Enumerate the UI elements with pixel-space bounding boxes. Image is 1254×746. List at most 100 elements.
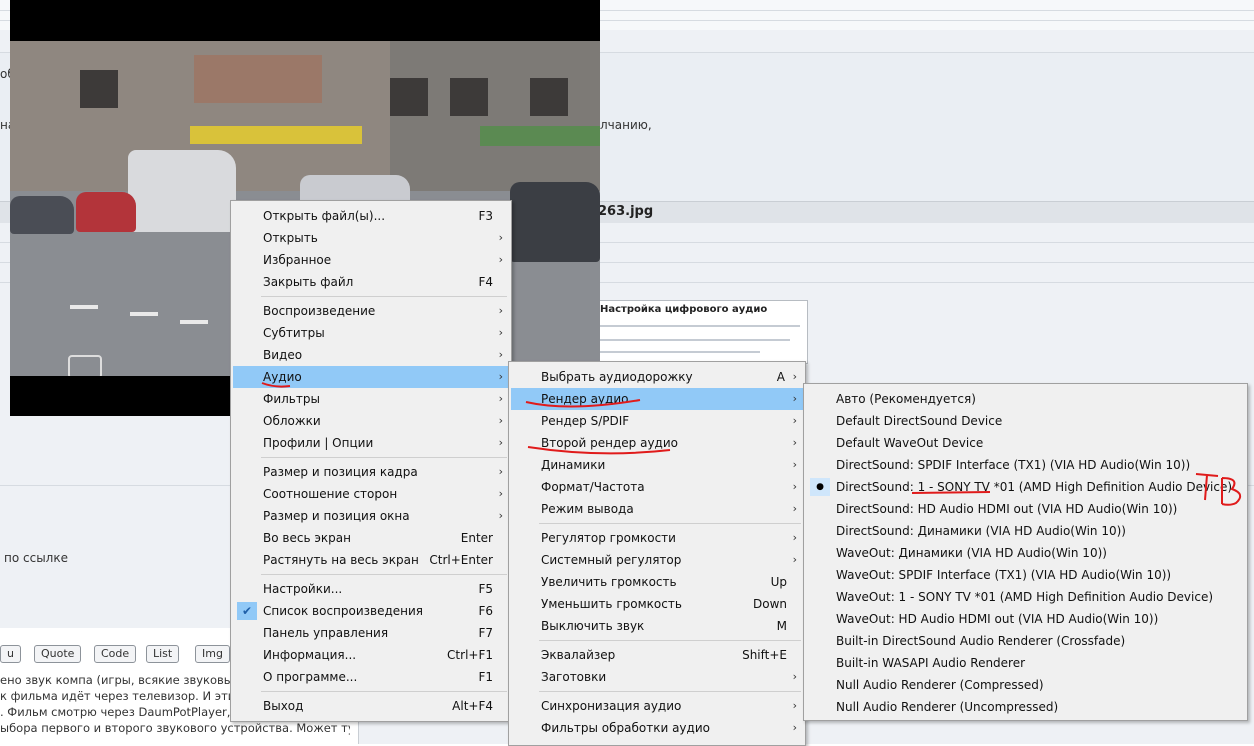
checkmark-icon: ✔ [237,602,257,620]
menu-item-избранное[interactable]: Избранное › [233,249,509,271]
menu-item-растянуть-на-весь-экран[interactable]: Растянуть на весь экран Ctrl+Enter [233,549,509,571]
audio-item-рендер-аудио[interactable]: Рендер аудио › [511,388,803,410]
audio-item-фильтры-обработки-аудио[interactable]: Фильтры обработки аудио › [511,717,803,739]
post-link-text[interactable]: по ссылке [4,551,68,565]
menu-item-воспроизведение[interactable]: Воспроизведение › [233,300,509,322]
editor-quote-button[interactable]: Quote [34,645,82,663]
menu-item-label: DirectSound: 1 - SONY TV *01 (AMD High D… [836,480,1233,494]
chevron-right-icon: › [498,414,503,427]
menu-item-аудио[interactable]: Аудио › [233,366,509,388]
menu-item-видео[interactable]: Видео › [233,344,509,366]
chevron-right-icon: › [792,480,797,493]
renderer-item-directsound-hd-audio-hdmi-out-via-hd-aud[interactable]: DirectSound: HD Audio HDMI out (VIA HD A… [806,498,1245,520]
chevron-right-icon: › [498,304,503,317]
menu-item-размер-и-позиция-окна[interactable]: Размер и позиция окна › [233,505,509,527]
audio-item-формат-частота[interactable]: Формат/Частота › [511,476,803,498]
menu-item-размер-и-позиция-кадра[interactable]: Размер и позиция кадра › [233,461,509,483]
chevron-right-icon: › [792,370,797,383]
menu-item-shortcut: F3 [478,209,493,223]
renderer-item-directsound-spdif-interface-tx1-via-hd-a[interactable]: DirectSound: SPDIF Interface (TX1) (VIA … [806,454,1245,476]
menu-item-label: WaveOut: HD Audio HDMI out (VIA HD Audio… [836,612,1159,626]
renderer-item-directsound-динамики-via-hd-audio-win-10[interactable]: DirectSound: Динамики (VIA HD Audio(Win … [806,520,1245,542]
video-road-marking [180,320,208,324]
renderer-item-null-audio-renderer-compressed[interactable]: Null Audio Renderer (Compressed) [806,674,1245,696]
menu-item-панель-управления[interactable]: Панель управления F7 [233,622,509,644]
video-shop-sign [190,126,362,144]
renderer-item-default-directsound-device[interactable]: Default DirectSound Device [806,410,1245,432]
chevron-right-icon: › [792,670,797,683]
menu-item-настройки[interactable]: Настройки... F5 [233,578,509,600]
audio-item-режим-вывода[interactable]: Режим вывода › [511,498,803,520]
editor-code-button[interactable]: Code [94,645,137,663]
renderer-item-built-in-wasapi-audio-renderer[interactable]: Built-in WASAPI Audio Renderer [806,652,1245,674]
audio-item-динамики[interactable]: Динамики › [511,454,803,476]
chevron-right-icon: › [498,436,503,449]
menu-item-открыть-файл-ы[interactable]: Открыть файл(ы)... F3 [233,205,509,227]
renderer-item-waveout-динамики-via-hd-audio-win-10[interactable]: WaveOut: Динамики (VIA HD Audio(Win 10)) [806,542,1245,564]
menu-item-список-воспроизведения[interactable]: Список воспроизведения F6 ✔ [233,600,509,622]
menu-item-label: Обложки [263,414,321,428]
audio-renderer-submenu[interactable]: Авто (Рекомендуется) Default DirectSound … [803,383,1248,721]
menu-item-label: О программе... [263,670,358,684]
menu-item-label: Список воспроизведения [263,604,424,618]
player-context-menu[interactable]: Открыть файл(ы)... F3 Открыть › Избранное › За… [230,200,512,722]
audio-item-регулятор-громкости[interactable]: Регулятор громкости › [511,527,803,549]
audio-item-системный-регулятор[interactable]: Системный регулятор › [511,549,803,571]
renderer-item-авто-рекомендуется[interactable]: Авто (Рекомендуется) [806,388,1245,410]
menu-separator [261,296,507,297]
chevron-right-icon: › [792,458,797,471]
video-road-marking [130,312,158,316]
post-text: лчанию, [600,118,652,132]
menu-item-субтитры[interactable]: Субтитры › [233,322,509,344]
menu-item-label: Null Audio Renderer (Compressed) [836,678,1044,692]
audio-item-эквалайзер[interactable]: Эквалайзер Shift+E [511,644,803,666]
menu-item-во-весь-экран[interactable]: Во весь экран Enter [233,527,509,549]
menu-item-открыть[interactable]: Открыть › [233,227,509,249]
renderer-item-waveout-1-sony-tv-01-amd-high-definition[interactable]: WaveOut: 1 - SONY TV *01 (AMD High Defin… [806,586,1245,608]
audio-item-выбрать-аудиодорожку[interactable]: Выбрать аудиодорожку A › [511,366,803,388]
editor-img-button[interactable]: Img [195,645,230,663]
menu-item-профили-опции[interactable]: Профили | Опции › [233,432,509,454]
audio-item-уменьшить-громкость[interactable]: Уменьшить громкость Down [511,593,803,615]
audio-item-заготовки[interactable]: Заготовки › [511,666,803,688]
audio-submenu[interactable]: Выбрать аудиодорожку A › Рендер аудио › Ренде… [508,361,806,746]
menu-item-выход[interactable]: Выход Alt+F4 [233,695,509,717]
audio-item-второй-рендер-аудио[interactable]: Второй рендер аудио › [511,432,803,454]
menu-item-обложки[interactable]: Обложки › [233,410,509,432]
menu-item-label: Фильтры обработки аудио [541,721,710,735]
renderer-item-waveout-hd-audio-hdmi-out-via-hd-audio-w[interactable]: WaveOut: HD Audio HDMI out (VIA HD Audio… [806,608,1245,630]
renderer-item-waveout-spdif-interface-tx1-via-hd-audio[interactable]: WaveOut: SPDIF Interface (TX1) (VIA HD A… [806,564,1245,586]
chevron-right-icon: › [498,253,503,266]
renderer-item-built-in-directsound-audio-renderer-cros[interactable]: Built-in DirectSound Audio Renderer (Cro… [806,630,1245,652]
menu-item-label: Увеличить громкость [541,575,677,589]
menu-item-фильтры[interactable]: Фильтры › [233,388,509,410]
renderer-item-default-waveout-device[interactable]: Default WaveOut Device [806,432,1245,454]
menu-item-shortcut: Up [770,575,787,589]
menu-item-label: Эквалайзер [541,648,616,662]
thumbnail-title: Настройка цифрового аудио [600,304,768,315]
menu-item-информация[interactable]: Информация... Ctrl+F1 [233,644,509,666]
menu-item-закрыть-файл[interactable]: Закрыть файл F4 [233,271,509,293]
menu-item-label: Заготовки [541,670,607,684]
audio-item-синхронизация-аудио[interactable]: Синхронизация аудио › [511,695,803,717]
menu-item-о-программе[interactable]: О программе... F1 [233,666,509,688]
attachment-filename[interactable]: 263.jpg [598,204,653,219]
chevron-right-icon: › [792,502,797,515]
renderer-item-null-audio-renderer-uncompressed[interactable]: Null Audio Renderer (Uncompressed) [806,696,1245,718]
renderer-item-directsound-1-sony-tv-01-amd-high-defini[interactable]: DirectSound: 1 - SONY TV *01 (AMD High D… [806,476,1245,498]
audio-item-выключить-звук[interactable]: Выключить звук M [511,615,803,637]
audio-item-рендер-s-pdif[interactable]: Рендер S/PDIF › [511,410,803,432]
menu-item-label: Динамики [541,458,606,472]
audio-item-увеличить-громкость[interactable]: Увеличить громкость Up [511,571,803,593]
menu-item-shortcut: F4 [478,275,493,289]
editor-underline-button[interactable]: u [0,645,21,663]
menu-item-label: Открыть [263,231,318,245]
menu-item-label: Панель управления [263,626,389,640]
editor-list-button[interactable]: List [146,645,180,663]
attachment-thumbnail[interactable]: Настройка цифрового аудио [596,300,808,364]
menu-item-label: Системный регулятор [541,553,682,567]
chevron-right-icon: › [498,370,503,383]
menu-item-label: Закрыть файл [263,275,354,289]
menu-item-shortcut: A [776,370,785,384]
menu-item-соотношение-сторон[interactable]: Соотношение сторон › [233,483,509,505]
